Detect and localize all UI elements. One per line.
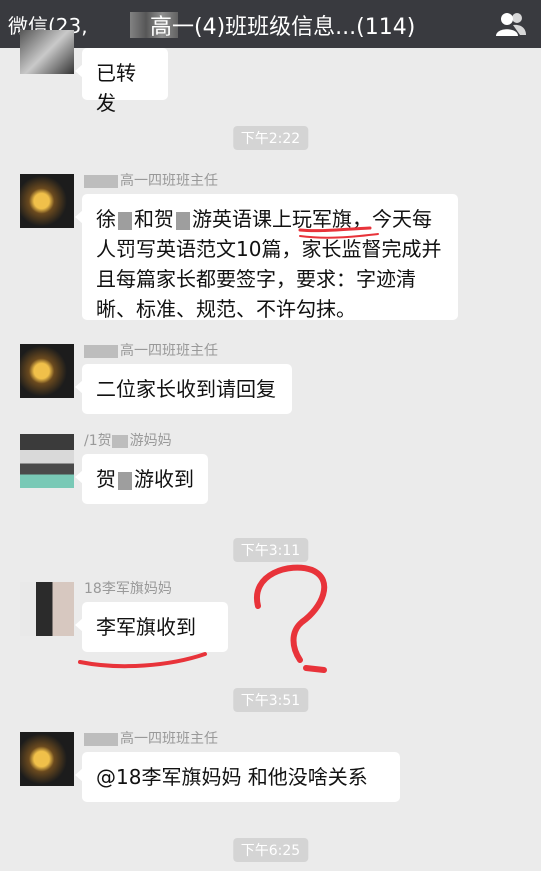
underline-annotation [299,233,379,239]
question-mark-annotation [253,564,328,663]
question-mark-dot [303,665,327,673]
underline-annotation [298,226,372,233]
handwritten-annotations [78,226,379,673]
underline-annotation [78,652,207,669]
